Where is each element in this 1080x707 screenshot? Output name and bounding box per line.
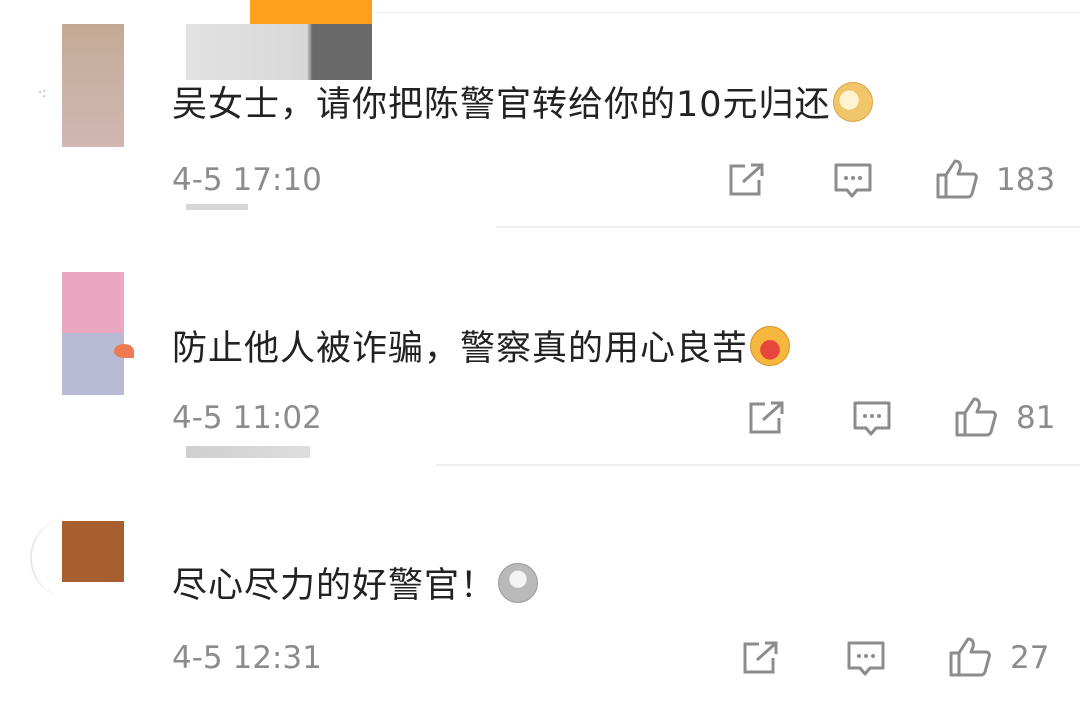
ultraman-emoji-icon [498, 563, 539, 603]
thumbs-up-icon [949, 637, 991, 677]
share-button[interactable] [741, 640, 781, 676]
avatar[interactable] [62, 521, 124, 582]
comment-item: 尽心尽力的好警官！ 4-5 12:31 27 [0, 0, 1080, 707]
comment-text: 尽心尽力的好警官！ [172, 563, 539, 608]
like-button[interactable] [948, 636, 992, 678]
comment-list: ·: 吴女士，请你把陈警官转给你的10元归还 4-5 17:10 183 防止他… [0, 0, 1080, 707]
reply-button[interactable] [846, 640, 886, 678]
like-count: 27 [1010, 640, 1050, 676]
reply-icon [847, 641, 885, 676]
share-icon [743, 641, 778, 674]
comment-timestamp: 4-5 12:31 [172, 640, 322, 676]
comment-body: 尽心尽力的好警官！ [172, 566, 497, 606]
